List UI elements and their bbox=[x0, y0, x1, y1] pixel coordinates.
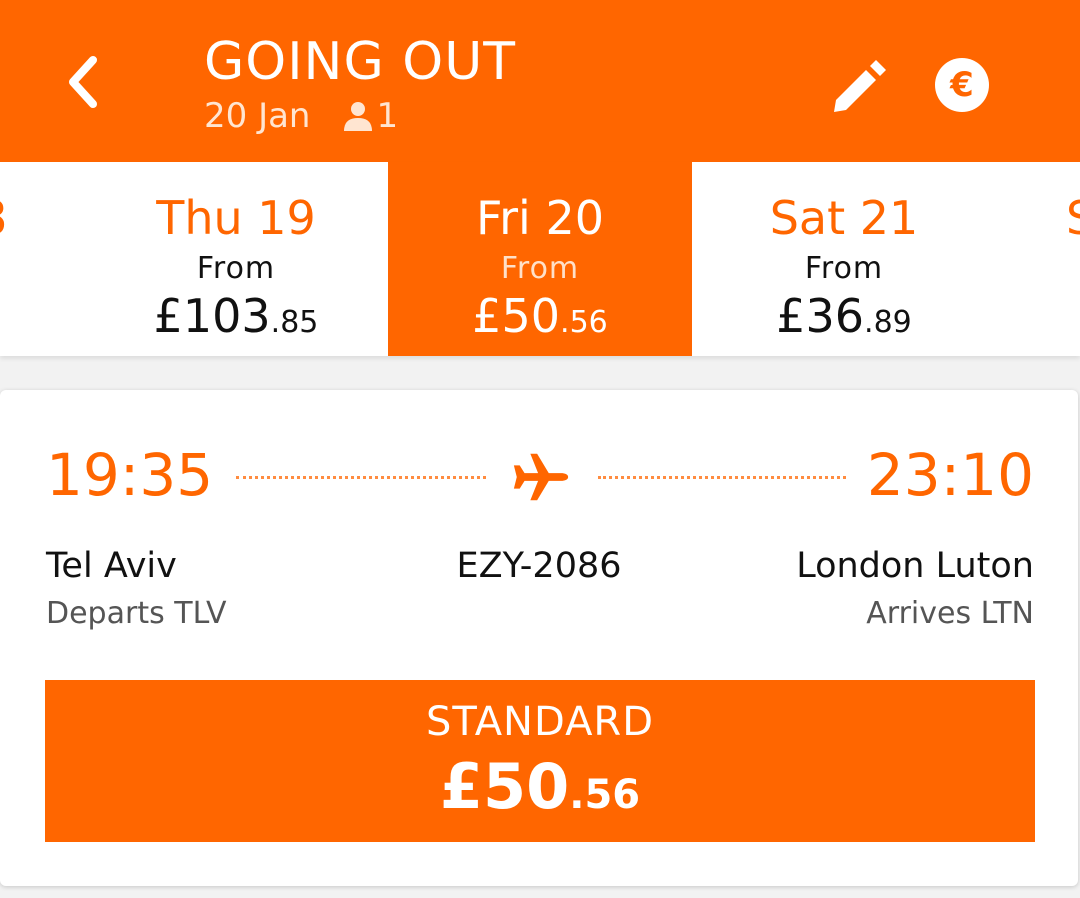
departure-airport: Departs TLV bbox=[46, 596, 227, 631]
chevron-left-icon bbox=[69, 56, 97, 108]
user-icon bbox=[344, 102, 373, 131]
page-title: GOING OUT bbox=[204, 32, 517, 92]
arrival-city: London Luton bbox=[796, 546, 1034, 586]
edit-search-button[interactable] bbox=[830, 56, 890, 116]
route-line-left bbox=[236, 476, 486, 479]
date-label: Sat 21 bbox=[769, 191, 919, 245]
date-price: £50.56 bbox=[388, 290, 692, 349]
back-button[interactable] bbox=[52, 50, 112, 114]
price-pence: .85 bbox=[270, 305, 319, 340]
fare-type-label: STANDARD bbox=[425, 699, 655, 745]
passenger-count-value: 1 bbox=[376, 96, 399, 136]
date-cell-partial-left[interactable]: 8 bbox=[0, 192, 7, 244]
departure-time: 19:35 bbox=[46, 441, 214, 509]
arrival-airport: Arrives LTN bbox=[866, 596, 1034, 631]
date-cell-fri-20[interactable]: Fri 20 From £50.56 bbox=[388, 162, 692, 356]
travel-date: 20 Jan bbox=[204, 96, 311, 136]
from-label: From bbox=[804, 251, 884, 286]
trip-summary: 20 Jan 1 bbox=[204, 95, 398, 137]
date-cell-sat-21[interactable]: Sat 21 From £36.89 bbox=[692, 162, 996, 356]
standard-fare-button[interactable]: STANDARD £50.56 bbox=[45, 680, 1035, 842]
date-selector: 8 . Thu 19 From £103.85 Fri 20 From £50.… bbox=[0, 162, 1080, 356]
route-line-right bbox=[598, 476, 846, 479]
date-cell-partial-left-price: . bbox=[0, 292, 2, 327]
passenger-count: 1 bbox=[342, 95, 398, 137]
fare-price: £50.56 bbox=[45, 752, 1035, 830]
date-label: Fri 20 bbox=[476, 191, 604, 245]
top-app-bar: GOING OUT 20 Jan 1 € bbox=[0, 0, 1080, 162]
flight-card[interactable]: 19:35 23:10 Tel Aviv Departs TLV EZY-208… bbox=[0, 390, 1078, 886]
date-cell-thu-19[interactable]: Thu 19 From £103.85 bbox=[84, 162, 388, 356]
airplane-icon bbox=[513, 453, 569, 501]
date-price: £103.85 bbox=[84, 290, 388, 349]
pencil-icon bbox=[834, 60, 886, 112]
price-pounds: £36 bbox=[776, 289, 865, 343]
from-label: From bbox=[196, 251, 276, 286]
currency-button[interactable]: € bbox=[935, 58, 989, 112]
date-price: £36.89 bbox=[692, 290, 996, 349]
date-label: Thu 19 bbox=[156, 191, 316, 245]
arrival-time: 23:10 bbox=[866, 441, 1034, 509]
fare-price-pounds: £50 bbox=[439, 750, 570, 823]
from-label: From bbox=[500, 251, 580, 286]
price-pounds: £103 bbox=[153, 289, 271, 343]
fare-price-pence: .56 bbox=[569, 772, 641, 818]
date-cell-partial-right[interactable]: S bbox=[1066, 192, 1080, 244]
price-pounds: £50 bbox=[472, 289, 561, 343]
price-pence: .56 bbox=[560, 305, 608, 340]
price-pence: .89 bbox=[864, 305, 912, 340]
euro-icon: € bbox=[950, 65, 974, 105]
